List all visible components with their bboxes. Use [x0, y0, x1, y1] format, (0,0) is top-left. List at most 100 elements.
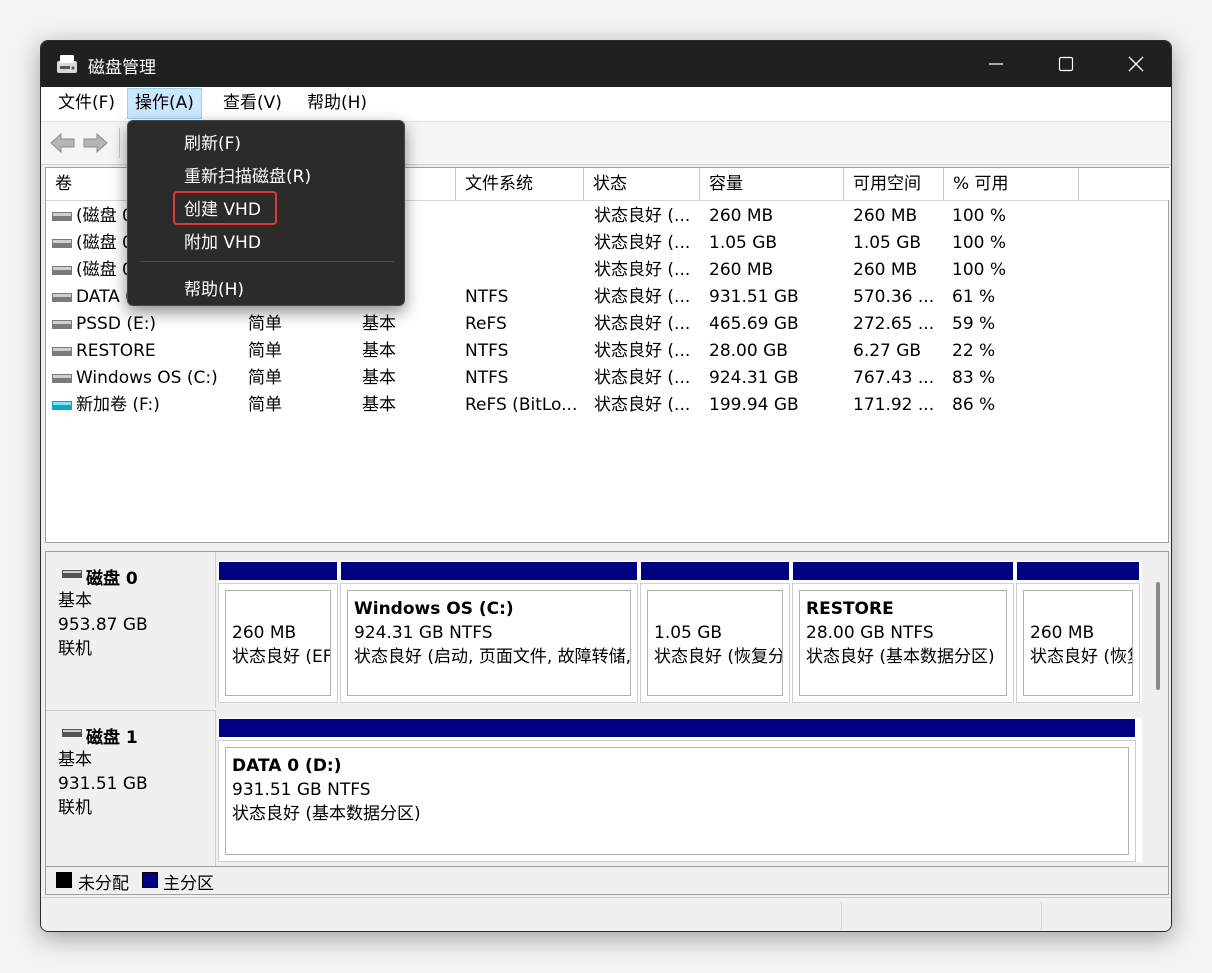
- partition-restore[interactable]: RESTORE 28.00 GB NTFS 状态良好 (基本数据分区): [792, 561, 1014, 703]
- partition-title: Windows OS (C:): [354, 599, 514, 619]
- column-spacer: [1079, 168, 1170, 200]
- status-divider: [1041, 902, 1042, 930]
- cell-free-space: 6.27 GB: [853, 341, 922, 361]
- status-divider: [841, 902, 842, 930]
- partition-size: 28.00 GB NTFS: [806, 623, 934, 643]
- cell-free-space: 260 MB: [853, 260, 918, 280]
- menu-action[interactable]: 操作(A): [127, 88, 202, 119]
- partition-title: DATA 0 (D:): [232, 756, 342, 776]
- disk-0-label[interactable]: 磁盘 0 基本 953.87 GB 联机: [46, 552, 216, 708]
- cell-filesystem: NTFS: [465, 287, 509, 307]
- disk-1-label[interactable]: 磁盘 1 基本 931.51 GB 联机: [46, 710, 216, 866]
- cell-filesystem: [465, 230, 581, 257]
- disk-map-scrollbar[interactable]: [1156, 582, 1160, 690]
- cell-layout: 简单: [248, 341, 282, 361]
- drive-icon: [52, 320, 72, 329]
- cell-layout: 简单: [248, 395, 282, 415]
- table-row[interactable]: Windows OS (C:) 简单 基本 NTFS 状态良好 (... 924…: [46, 365, 1168, 392]
- cell-layout: 简单: [248, 368, 282, 388]
- maximize-button[interactable]: [1031, 41, 1101, 87]
- partition-size: 931.51 GB NTFS: [232, 780, 371, 800]
- toolbar-separator: [119, 128, 120, 158]
- cell-capacity: 28.00 GB: [709, 341, 788, 361]
- menu-item-rescan-disks[interactable]: 重新扫描磁盘(R): [184, 162, 311, 187]
- menu-file[interactable]: 文件(F): [51, 88, 122, 119]
- cell-layout: 简单: [248, 314, 282, 334]
- cell-percent-free: 100 %: [952, 206, 1007, 226]
- pane-splitter[interactable]: [41, 543, 1171, 551]
- status-bar: [41, 897, 1171, 931]
- cell-status: 状态良好 (...: [594, 395, 691, 415]
- cell-filesystem: NTFS: [465, 368, 509, 388]
- menu-item-help[interactable]: 帮助(H): [184, 275, 244, 300]
- column-status[interactable]: 状态: [584, 168, 700, 200]
- cell-percent-free: 83 %: [952, 368, 996, 388]
- disk-name: 磁盘 1: [86, 728, 138, 748]
- disk-size: 931.51 GB: [58, 774, 148, 794]
- disk-name: 磁盘 0: [86, 569, 138, 589]
- cell-percent-free: 100 %: [952, 260, 1007, 280]
- maximize-icon: [1058, 56, 1074, 72]
- partition-bar: [218, 718, 1136, 738]
- partition-efi[interactable]: 260 MB 状态良好 (EFI 系统分区): [218, 561, 338, 703]
- column-filesystem[interactable]: 文件系统: [456, 168, 584, 200]
- partition-windows-os[interactable]: Windows OS (C:) 924.31 GB NTFS 状态良好 (启动,…: [340, 561, 638, 703]
- menu-item-create-vhd[interactable]: 创建 VHD: [184, 195, 261, 220]
- close-button[interactable]: [1101, 41, 1171, 87]
- cell-filesystem: [465, 257, 581, 284]
- partition-size: 1.05 GB: [654, 623, 723, 643]
- column-capacity[interactable]: 容量: [700, 168, 844, 200]
- drive-icon: [52, 266, 72, 275]
- cell-status: 状态良好 (...: [594, 368, 691, 388]
- cell-free-space: 260 MB: [853, 206, 918, 226]
- disk-type: 基本: [58, 750, 92, 770]
- cell-capacity: 199.94 GB: [709, 395, 799, 415]
- cell-volume: Windows OS (C:): [76, 368, 218, 388]
- action-menu-dropdown: 刷新(F) 重新扫描磁盘(R) 创建 VHD 附加 VHD 帮助(H): [127, 120, 405, 306]
- menu-separator: [140, 261, 394, 262]
- disk-management-window: 磁盘管理 文件(F) 操作(A) 查看(V) 帮助(H) 卷 文件系统 状态 容…: [40, 40, 1172, 932]
- menu-item-attach-vhd[interactable]: 附加 VHD: [184, 228, 261, 253]
- disk-icon: [62, 729, 82, 737]
- cell-free-space: 570.36 ...: [853, 287, 935, 307]
- legend-primary-label: 主分区: [163, 874, 214, 894]
- cell-percent-free: 100 %: [952, 233, 1007, 253]
- menu-help[interactable]: 帮助(H): [300, 88, 374, 119]
- cell-capacity: 260 MB: [709, 260, 774, 280]
- partition-bar: [1016, 561, 1140, 581]
- partition-data-0[interactable]: DATA 0 (D:) 931.51 GB NTFS 状态良好 (基本数据分区): [218, 718, 1136, 862]
- cell-status: 状态良好 (...: [594, 287, 691, 307]
- minimize-icon: [989, 63, 1003, 65]
- table-row[interactable]: RESTORE 简单 基本 NTFS 状态良好 (... 28.00 GB 6.…: [46, 338, 1168, 365]
- column-percent-free[interactable]: % 可用: [944, 168, 1079, 200]
- disk-management-app-icon: [57, 55, 77, 73]
- cell-volume: 新加卷 (F:): [76, 395, 160, 415]
- cell-percent-free: 59 %: [952, 314, 996, 334]
- cell-filesystem: [465, 203, 581, 230]
- drive-icon: [52, 212, 72, 221]
- partition-recovery-1[interactable]: 1.05 GB 状态良好 (恢复分区): [640, 561, 790, 703]
- table-row[interactable]: 新加卷 (F:) 简单 基本 ReFS (BitLo... 状态良好 (... …: [46, 392, 1168, 419]
- cell-capacity: 931.51 GB: [709, 287, 799, 307]
- cell-free-space: 272.65 ...: [853, 314, 935, 334]
- partition-status: 状态良好 (基本数据分区): [232, 804, 421, 824]
- cell-type: 基本: [362, 395, 396, 415]
- cell-free-space: 1.05 GB: [853, 233, 922, 253]
- back-arrow-icon[interactable]: [49, 131, 77, 155]
- forward-arrow-icon[interactable]: [81, 131, 109, 155]
- disk-type: 基本: [58, 591, 92, 611]
- window-title: 磁盘管理: [88, 58, 156, 78]
- column-free-space[interactable]: 可用空间: [844, 168, 944, 200]
- cell-status: 状态良好 (...: [594, 341, 691, 361]
- cell-filesystem: NTFS: [465, 341, 509, 361]
- minimize-button[interactable]: [961, 41, 1031, 87]
- menu-view[interactable]: 查看(V): [216, 88, 289, 119]
- menu-item-refresh[interactable]: 刷新(F): [184, 129, 241, 154]
- cell-status: 状态良好 (...: [594, 314, 691, 334]
- partition-size: 260 MB: [1030, 623, 1095, 643]
- cell-filesystem: ReFS: [465, 314, 507, 334]
- drive-icon: [52, 347, 72, 356]
- partition-recovery-2[interactable]: 260 MB 状态良好 (恢复分区): [1016, 561, 1140, 703]
- disk-size: 953.87 GB: [58, 615, 148, 635]
- table-row[interactable]: PSSD (E:) 简单 基本 ReFS 状态良好 (... 465.69 GB…: [46, 311, 1168, 338]
